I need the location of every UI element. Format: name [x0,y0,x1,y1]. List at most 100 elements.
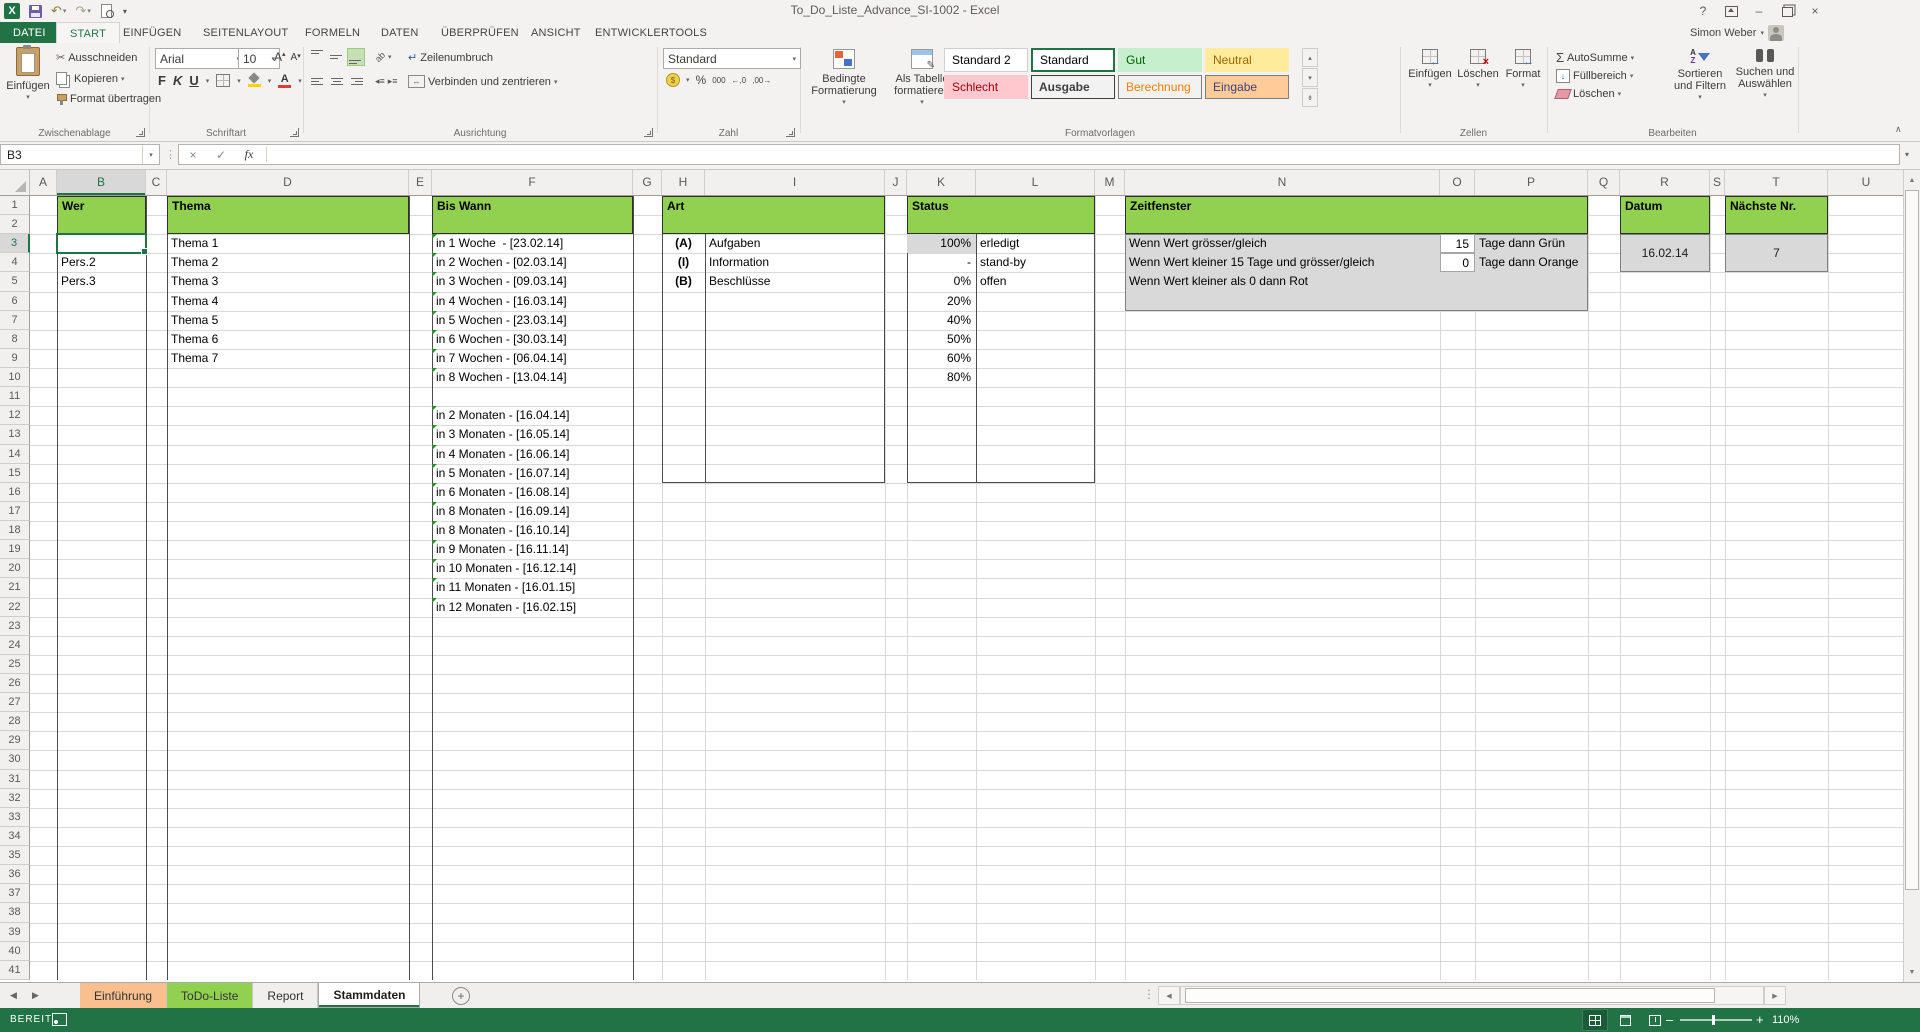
minimize-icon[interactable]: – [1750,2,1768,20]
column-header-I[interactable]: I [705,170,885,195]
cell-N4[interactable]: Wenn Wert kleiner 15 Tage und grösser/gl… [1125,253,1440,272]
vscroll-up-icon[interactable]: ▲ [1904,170,1920,190]
format-cells-button[interactable]: ↔ Format▾ [1502,49,1544,92]
decrease-indent-icon[interactable]: ◂≡ [375,76,385,87]
align-middle-icon[interactable] [329,49,345,65]
insert-function-icon[interactable]: fx [235,147,263,162]
close-icon[interactable]: × [1806,2,1824,20]
number-format-select[interactable]: Standard▾ [663,48,801,69]
header-n-chste-nr-[interactable]: Nächste Nr. [1725,196,1828,234]
column-header-Q[interactable]: Q [1588,170,1620,195]
cell-F16[interactable]: in 6 Monaten - [16.08.14] [432,483,633,502]
restore-icon[interactable] [1778,2,1796,20]
fill-color-icon[interactable] [248,74,261,87]
cell-D8[interactable]: Thema 6 [167,330,409,349]
row-header-24[interactable]: 24 [0,636,30,655]
cell-I4[interactable]: Information [705,253,885,272]
decrease-font-icon[interactable]: A▾ [291,52,301,63]
autosum-button[interactable]: Σ AutoSumme▾ [1556,50,1634,65]
cell-F10[interactable]: in 8 Wochen - [13.04.14] [432,368,633,387]
cell-F20[interactable]: in 10 Monaten - [16.12.14] [432,559,633,578]
hscroll-thumb[interactable] [1185,988,1715,1003]
cell-H4[interactable]: (I) [662,253,705,272]
normal-view-icon[interactable] [1583,1010,1607,1030]
sheet-tab-einf-hrung[interactable]: Einführung [80,983,167,1008]
column-header-T[interactable]: T [1725,170,1828,195]
column-header-R[interactable]: R [1620,170,1710,195]
cell-O3[interactable]: 15 [1440,234,1475,253]
gallery-more-icon[interactable]: ⇟ [1302,88,1318,107]
cell-O4[interactable]: 0 [1440,253,1475,272]
column-header-J[interactable]: J [885,170,907,195]
align-center-icon[interactable] [329,73,345,89]
increase-font-icon[interactable]: A▴ [274,50,286,64]
formula-bar-splitter[interactable]: ⋮ [165,148,176,161]
cell-N5[interactable]: Wenn Wert kleiner als 0 dann Rot [1125,272,1440,291]
cell-K8[interactable]: 50% [907,330,976,349]
row-header-7[interactable]: 7 [0,311,30,330]
cell-F18[interactable]: in 8 Monaten - [16.10.14] [432,521,633,540]
increase-decimal-icon[interactable]: ←,0 [732,76,747,85]
merge-center-button[interactable]: ↔ Verbinden und zentrieren▾ [408,75,557,88]
row-header-16[interactable]: 16 [0,483,30,502]
name-box-caret-icon[interactable]: ▾ [142,145,159,164]
cell-F7[interactable]: in 5 Wochen - [23.03.14] [432,311,633,330]
align-top-icon[interactable] [310,49,326,65]
row-header-17[interactable]: 17 [0,502,30,521]
font-dialog-launcher[interactable] [290,128,299,137]
fill-button[interactable]: ↓ Füllbereich▾ [1556,69,1633,83]
conditional-formatting-button[interactable]: Bedingte Formatierung▾ [806,49,882,109]
save-icon[interactable] [29,5,42,18]
gallery-down-icon[interactable]: ▾ [1302,68,1318,87]
bold-button[interactable]: F [158,73,166,88]
row-header-21[interactable]: 21 [0,578,30,597]
row-header-33[interactable]: 33 [0,808,30,827]
hscroll-left-icon[interactable]: ◀ [1158,986,1180,1005]
paste-button[interactable]: Einfügen ▾ [6,47,50,104]
sheet-grid[interactable]: 1234567891011121314151617181920212223242… [0,196,1903,980]
zoom-slider-thumb[interactable] [1712,1015,1715,1025]
select-all-corner[interactable] [0,170,30,195]
column-header-S[interactable]: S [1710,170,1725,195]
vertical-scrollbar[interactable]: ▲ ▼ [1903,170,1920,982]
tab-formeln[interactable]: FORMELN [292,22,373,43]
style-standard[interactable]: Standard [1031,48,1115,72]
help-icon[interactable]: ? [1694,2,1712,20]
row-header-14[interactable]: 14 [0,445,30,464]
cell-F3[interactable]: in 1 Woche - [23.02.14] [432,234,633,253]
cell-P4[interactable]: Tage dann Orange [1475,253,1588,272]
tab-daten[interactable]: DATEN [368,22,431,43]
row-header-15[interactable]: 15 [0,464,30,483]
column-header-F[interactable]: F [432,170,633,195]
row-header-35[interactable]: 35 [0,846,30,865]
page-break-view-icon[interactable] [1643,1010,1667,1030]
align-left-icon[interactable] [310,73,326,89]
style-berechnung[interactable]: Berechnung [1118,75,1202,99]
cell-D7[interactable]: Thema 5 [167,311,409,330]
cell-F22[interactable]: in 12 Monaten - [16.02.15] [432,598,633,617]
header-status[interactable]: Status [907,196,1095,234]
cell-F13[interactable]: in 3 Monaten - [16.05.14] [432,425,633,444]
cell-F21[interactable]: in 11 Monaten - [16.01.15] [432,578,633,597]
vscroll-down-icon[interactable]: ▼ [1904,962,1920,982]
active-cell-B3[interactable] [56,233,147,254]
borders-icon[interactable] [216,74,230,87]
row-header-5[interactable]: 5 [0,272,30,291]
cell-B5[interactable]: Pers.3 [57,272,146,291]
header-art[interactable]: Art [662,196,885,234]
row-header-19[interactable]: 19 [0,540,30,559]
column-header-H[interactable]: H [662,170,705,195]
cell-F4[interactable]: in 2 Wochen - [02.03.14] [432,253,633,272]
decrease-decimal-icon[interactable]: ,00→ [752,76,771,85]
row-header-2[interactable]: 2 [0,215,30,234]
row-header-41[interactable]: 41 [0,961,30,980]
format-painter-button[interactable]: Format übertragen [56,93,161,105]
sheet-tab-stammdaten[interactable]: Stammdaten [318,983,420,1008]
cell-D5[interactable]: Thema 3 [167,272,409,291]
column-header-D[interactable]: D [167,170,409,195]
column-header-B[interactable]: B [57,170,146,195]
column-header-U[interactable]: U [1828,170,1905,195]
row-header-23[interactable]: 23 [0,617,30,636]
excel-logo-icon[interactable]: X [4,3,20,19]
row-header-25[interactable]: 25 [0,655,30,674]
